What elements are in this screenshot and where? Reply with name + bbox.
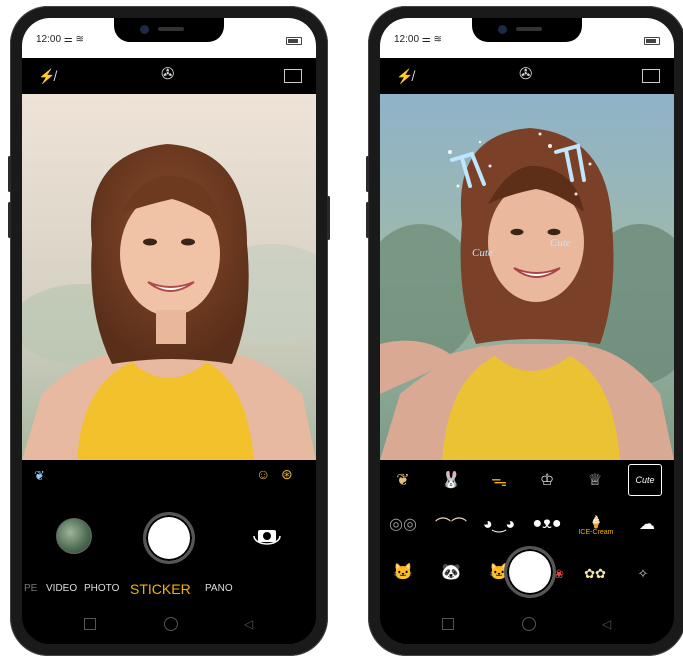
aspect-ratio-icon[interactable] [284,69,302,83]
camera-controls: ❦ ☺ ⊛ PE VIDEO PHOTO STICKER PANO ◁ [22,460,316,644]
mode-photo[interactable]: PHOTO [84,583,119,594]
beauty-icon[interactable]: ❦ [34,468,45,484]
camera-top-bar: ⚡̸ ✇ [22,58,316,94]
cute-text-left: Cute [472,247,493,259]
mode-video[interactable]: VIDEO [46,583,77,594]
viewfinder-photo: Cute Cute [380,94,674,460]
volume-button [8,202,11,238]
recents-button[interactable] [442,618,454,630]
phone-left: 12:00 ⚌ ≋ ⚡̸ ✇ ❦ ☺ ⊛ PE VIDEO PHOTO STIC… [8,6,330,656]
shutter-button[interactable] [504,546,556,598]
color-filter-icon[interactable]: ⊛ [281,466,293,483]
notch [472,18,582,42]
viewfinder [22,94,316,460]
volume-button [366,156,369,192]
screen-left: 12:00 ⚌ ≋ ⚡̸ ✇ ❦ ☺ ⊛ PE VIDEO PHOTO STIC… [22,18,316,644]
back-button[interactable]: ◁ [244,617,253,631]
bee-sticker[interactable]: ᯓ [484,468,514,492]
volume-button [366,202,369,238]
bunny-ears-sticker[interactable]: 🐰 [436,468,466,492]
mode-pano[interactable]: PANO [205,583,233,594]
bow-sticker[interactable]: ❦ [388,468,418,492]
cute-cat-sticker[interactable]: Cute [628,464,662,496]
home-button[interactable] [522,617,536,631]
screen-right: 12:00 ⚌ ≋ ⚡̸ ✇ Cute Cute ❦ 🐰 ᯓ ♔ ♕ Cute … [380,18,674,644]
back-button[interactable]: ◁ [602,617,611,631]
tiara-sticker[interactable]: ♕ [580,468,610,492]
switch-camera-icon[interactable] [252,526,282,546]
notch [114,18,224,42]
status-time: 12:00 ⚌ ≋ [394,34,442,45]
status-bar: 12:00 ⚌ ≋ [22,18,316,58]
mode-partial: PE [24,583,38,594]
sticker-panel: ❦ 🐰 ᯓ ♔ ♕ Cute ◎◎ ⌒⌒ ◕‿◕ ●ᴥ● 🍦 ICE-Cream… [380,460,674,644]
status-time: 12:00 ⚌ ≋ [36,34,84,45]
power-button [327,196,330,240]
flash-off-icon[interactable]: ⚡̸ [38,69,55,83]
flowers-sticker[interactable]: ✿✿ [580,562,610,586]
flash-off-icon[interactable]: ⚡̸ [396,69,413,83]
aperture-icon[interactable]: ✇ [161,67,174,83]
cat-eyes-sticker[interactable]: ◕‿◕ [483,512,515,536]
nav-bar: ◁ [22,612,316,636]
recents-button[interactable] [84,618,96,630]
crown-sticker[interactable]: ♔ [532,468,562,492]
status-bar: 12:00 ⚌ ≋ [380,18,674,58]
shutter-button[interactable] [143,512,195,564]
battery-icon [286,37,302,45]
home-button[interactable] [164,617,178,631]
rabbit-ears-sticker[interactable]: ⌒⌒ [435,512,467,536]
volume-button [8,156,11,192]
face-filter-icon[interactable]: ☺ [256,466,270,482]
viewfinder: Cute Cute [380,94,674,460]
aperture-icon[interactable]: ✇ [519,67,532,83]
mode-selector: PE VIDEO PHOTO STICKER PANO [22,581,316,599]
cat-face-sticker[interactable]: 🐱 [388,560,418,584]
cute-text-right: Cute [550,237,571,249]
sparkle-sticker[interactable]: ✧ [628,562,658,586]
viewfinder-photo [22,94,316,460]
mode-sticker[interactable]: STICKER [130,581,191,597]
ice-cream-sticker[interactable]: 🍦 ICE-Cream [576,508,616,542]
camera-top-bar: ⚡̸ ✇ [380,58,674,94]
gallery-thumbnail[interactable] [56,518,92,554]
phone-right: 12:00 ⚌ ≋ ⚡̸ ✇ Cute Cute ❦ 🐰 ᯓ ♔ ♕ Cute … [366,6,683,656]
aspect-ratio-icon[interactable] [642,69,660,83]
panda-eyes-sticker[interactable]: ●ᴥ● [532,512,562,536]
panda-sticker[interactable]: 🐼 [436,560,466,584]
battery-icon [644,37,660,45]
glasses-sticker[interactable]: ◎◎ [388,512,418,536]
cloud-sticker[interactable]: ☁ [632,512,662,536]
nav-bar: ◁ [380,612,674,636]
